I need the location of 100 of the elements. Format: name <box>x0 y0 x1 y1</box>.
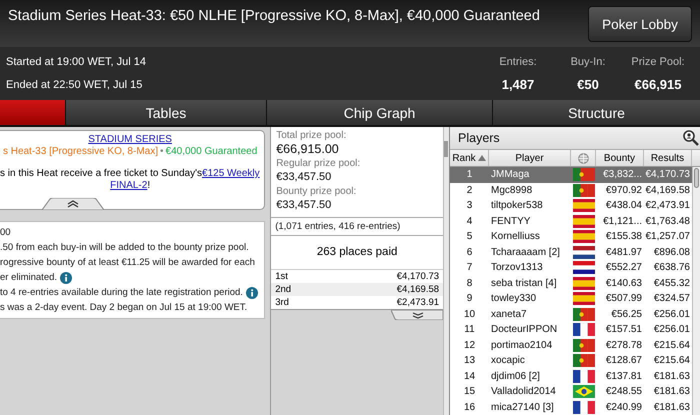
collapse-tab-icon[interactable] <box>42 198 104 210</box>
rank-cell-text: 14 <box>462 370 476 382</box>
player-row[interactable]: 15 Valladolid2014 €248.55 €181.63 <box>450 384 692 400</box>
result-cell-text: €896.08 <box>652 246 691 258</box>
player-row[interactable]: 2 Mgc8998 €970.92 €4,169.58 <box>450 182 692 198</box>
result-cell-text: €215.64 <box>652 340 691 351</box>
rank-cell-text: 2 <box>466 184 474 196</box>
player-name: Torzov1313 <box>490 262 544 274</box>
flag-icon <box>572 370 594 383</box>
result-cell-text: €638.76 <box>652 262 691 274</box>
pool-value: €33,457.50 <box>276 198 332 212</box>
entries-note: (1,071 entries, 416 re-entries) <box>271 217 444 236</box>
player-name: djdim06 [2] <box>490 370 541 382</box>
player-row[interactable]: 16 mica27140 [3] €240.99 €181.63 <box>450 400 692 415</box>
players-title: Players <box>458 131 500 145</box>
pool-value: €66,915.00 <box>276 142 340 156</box>
player-name: seba tristan [4] <box>490 278 558 289</box>
flag-icon <box>572 323 594 336</box>
result-cell-text: €181.63 <box>652 386 691 398</box>
bounty-cell-text: €128.67 <box>604 355 643 366</box>
player-name: Valladolid2014 <box>490 386 557 398</box>
flag-icon <box>572 184 594 197</box>
pool-label: Regular prize pool: <box>276 158 362 170</box>
player-name: xaneta7 <box>490 308 528 320</box>
player-name: JMMaga <box>490 169 530 180</box>
search-icon[interactable] <box>683 130 699 146</box>
rank-cell-text: 10 <box>462 308 476 320</box>
rank-cell-text: 6 <box>466 246 474 258</box>
globe-icon[interactable] <box>578 152 588 164</box>
flag-icon <box>572 168 594 182</box>
player-row[interactable]: 3 tiltpoker538 €438.04 €2,473.91 <box>450 198 692 214</box>
info-icon[interactable] <box>246 287 258 299</box>
tab[interactable]: Tables <box>65 100 266 125</box>
stat-value: €50 <box>577 76 599 92</box>
rule-text: er eliminated. <box>0 272 58 284</box>
event-name: s Heat-33 [Progressive KO, 8-Max] <box>2 146 158 157</box>
player-row[interactable]: 11 DocteurIPPON €157.51 €256.01 <box>450 322 692 338</box>
column-header[interactable]: Player <box>489 150 571 166</box>
payout-amount: €2,473.91 <box>396 297 440 308</box>
player-row[interactable]: 6 Tcharaaaam [2] €481.97 €896.08 <box>450 244 692 260</box>
rank-cell-text: 9 <box>466 293 474 304</box>
player-row[interactable]: 1 JMMaga €3,832... €4,170.73 <box>450 167 692 182</box>
tab[interactable]: Chip Graph <box>266 100 492 125</box>
rank-cell-text: 12 <box>462 340 476 351</box>
flag-icon <box>572 230 594 244</box>
player-row[interactable]: 7 Torzov1313 €552.27 €638.76 <box>450 260 692 276</box>
rule-text: s was a 2-day event. Day 2 began on Jul 15 at 19:00 WET. <box>0 302 248 314</box>
payout-place: 1st <box>275 271 288 282</box>
tab[interactable]: Structure <box>492 100 700 125</box>
stat-value: €66,915 <box>634 76 682 92</box>
bounty-cell-text: €155.38 <box>604 231 643 242</box>
player-name: xocapic <box>490 355 526 366</box>
rank-cell-text: 11 <box>463 324 476 336</box>
payout-amount: €4,170.73 <box>396 271 440 282</box>
player-row[interactable]: 12 portimao2104 €278.78 €215.64 <box>450 338 692 353</box>
series-link[interactable]: STADIUM SERIES <box>88 134 172 145</box>
rule-text: 00 <box>0 227 11 239</box>
bounty-cell-text: €157.51 <box>604 324 643 336</box>
rank-cell-text: 13 <box>462 355 476 366</box>
bounty-cell-text: €507.99 <box>604 293 643 304</box>
poker-lobby-button[interactable]: Poker Lobby <box>588 6 692 42</box>
expand-tab-icon[interactable] <box>391 310 444 320</box>
player-row[interactable]: 13 xocapic €128.67 €215.64 <box>450 353 692 368</box>
payout-place: 2nd <box>275 284 292 295</box>
separator-text: • <box>160 146 164 157</box>
player-row[interactable]: 9 towley330 €507.99 €324.57 <box>450 291 692 306</box>
player-name: Mgc8998 <box>490 184 534 196</box>
time-text: Started at 19:00 WET, Jul 14 <box>6 56 146 68</box>
promo-link[interactable]: FINAL-2 <box>110 180 148 191</box>
bounty-cell-text: €56.25 <box>610 308 643 320</box>
promo-link[interactable]: €125 Weekly <box>202 168 260 179</box>
rule-text: rogressive bounty of at least €11.25 will be awarded for each <box>0 257 255 269</box>
player-row[interactable]: 10 xaneta7 €56.25 €256.01 <box>450 306 692 322</box>
scrollbar[interactable] <box>443 127 449 415</box>
column-header[interactable]: Results <box>644 150 692 166</box>
info-icon[interactable] <box>60 272 72 284</box>
player-row[interactable]: 14 djdim06 [2] €137.81 €181.63 <box>450 368 692 384</box>
player-name: mica27140 [3] <box>490 402 555 413</box>
result-cell-text: €4,169.58 <box>644 184 691 196</box>
pool-value: €33,457.50 <box>276 170 332 184</box>
scrollbar[interactable] <box>692 167 700 415</box>
column-header[interactable]: Rank <box>450 150 489 166</box>
payout-place: 3rd <box>275 297 289 308</box>
rank-cell-text: 1 <box>466 169 474 180</box>
promo-text: s in this Heat receive a free ticket to Sunday's <box>0 168 202 179</box>
flag-icon <box>572 308 594 321</box>
player-row[interactable]: 5 Kornelliuss €155.38 €1,257.07 <box>450 229 692 244</box>
result-cell-text: €4,170.73 <box>644 169 691 180</box>
column-header[interactable]: Bounty <box>596 150 644 166</box>
flag-icon <box>572 292 594 306</box>
promo-text: ! <box>147 180 150 191</box>
sort-icon <box>478 155 486 161</box>
stat-label: Buy-In: <box>570 56 606 68</box>
rank-cell-text: 7 <box>466 262 474 274</box>
time-text: Ended at 22:50 WET, Jul 15 <box>6 78 144 91</box>
result-cell-text: €1,257.07 <box>644 231 691 242</box>
player-row[interactable]: 4 FENTYY €1,121... €1,763.48 <box>450 214 692 229</box>
player-name: Kornelliuss <box>490 231 541 242</box>
rank-cell-text: 15 <box>462 386 476 398</box>
player-row[interactable]: 8 seba tristan [4] €140.63 €455.32 <box>450 276 692 291</box>
